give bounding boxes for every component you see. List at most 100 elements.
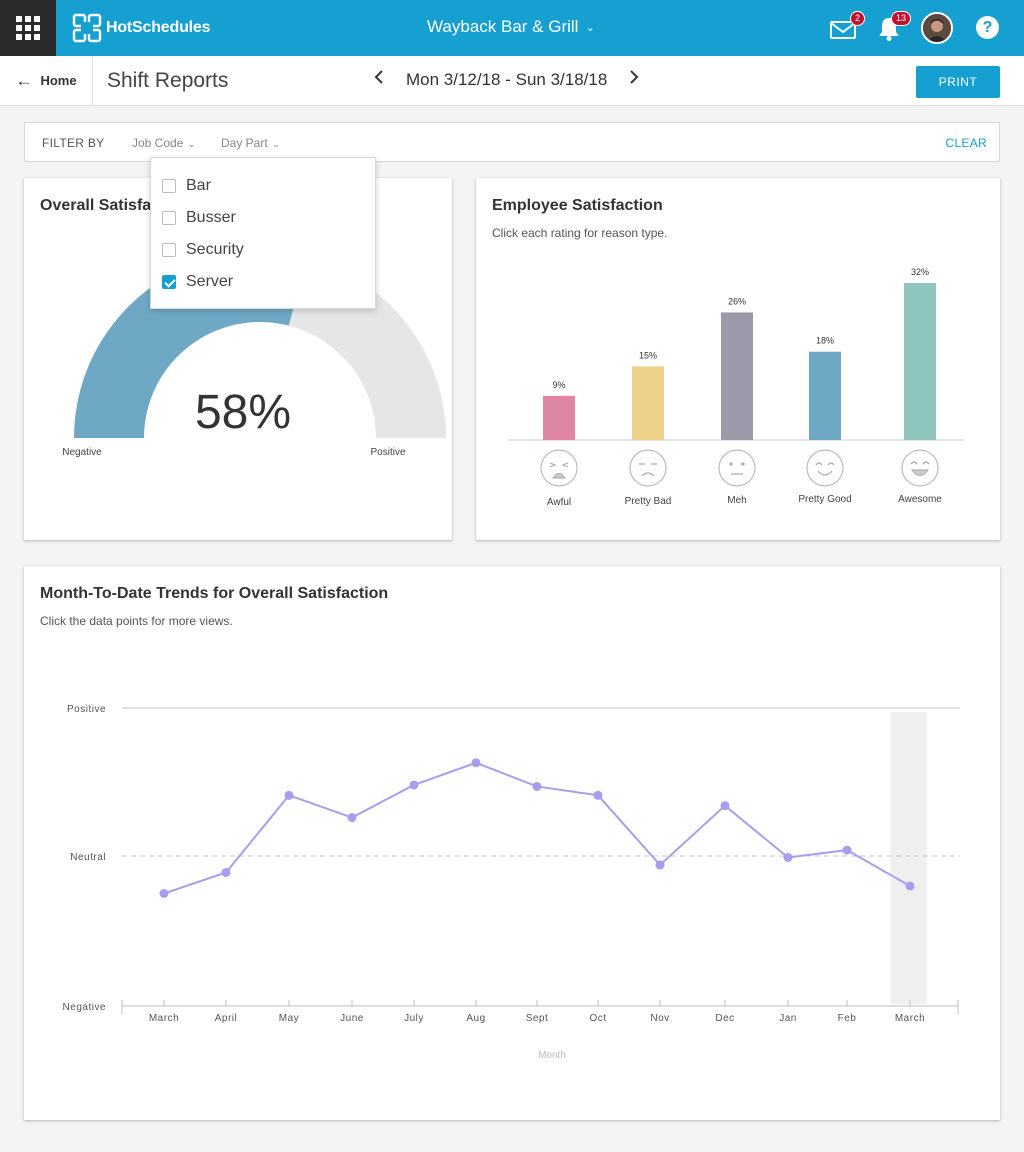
- trend-data-point[interactable]: [842, 845, 852, 855]
- trend-data-point[interactable]: [221, 868, 231, 877]
- awesome-face-icon[interactable]: [901, 449, 939, 487]
- chevron-down-icon: ⌄: [269, 139, 280, 149]
- x-tick-label: Jan: [779, 1013, 797, 1024]
- app-grid-icon[interactable]: [0, 0, 56, 56]
- bar-awesome[interactable]: [904, 283, 936, 440]
- next-week-button[interactable]: [623, 69, 645, 90]
- awful-face-icon[interactable]: [540, 449, 578, 487]
- trends-chart: Positive Neutral Negative March April May June…: [63, 704, 960, 1061]
- job-code-option-server[interactable]: Server: [162, 271, 233, 293]
- filter-by-label: FILTER BY: [42, 136, 105, 150]
- rating-label: Awful: [547, 497, 571, 508]
- bar-value-label: 32%: [911, 267, 929, 277]
- gauge-positive-label: Positive: [370, 447, 405, 458]
- app-grid-dot: [16, 16, 22, 22]
- app-grid-dot: [34, 25, 40, 31]
- x-tick-label: Dec: [715, 1013, 734, 1024]
- print-button[interactable]: PRINT: [916, 66, 1000, 98]
- y-tick-label: Neutral: [70, 852, 106, 863]
- y-tick-label: Positive: [67, 704, 106, 715]
- hotschedules-logo-icon: [72, 13, 102, 43]
- page-title: Shift Reports: [107, 69, 229, 92]
- day-part-filter[interactable]: Day Part ⌄: [221, 136, 280, 150]
- checkbox[interactable]: [162, 243, 176, 257]
- chevron-down-icon: ⌄: [185, 139, 196, 149]
- trend-data-point[interactable]: [159, 889, 169, 898]
- x-tick-label: May: [279, 1013, 299, 1024]
- trend-data-point[interactable]: [347, 813, 357, 823]
- job-code-option-busser[interactable]: Busser: [162, 207, 236, 229]
- meh-face-icon[interactable]: [718, 449, 756, 487]
- day-part-label: Day Part: [221, 136, 268, 150]
- job-code-option-bar[interactable]: Bar: [162, 175, 211, 197]
- rating-label: Pretty Good: [798, 494, 851, 505]
- user-avatar[interactable]: [921, 12, 953, 44]
- app-grid-dot: [34, 16, 40, 22]
- x-axis-title: Month: [538, 1050, 566, 1061]
- app-grid-dot: [34, 34, 40, 40]
- trend-data-point[interactable]: [471, 758, 481, 768]
- brand-name: HotSchedules: [106, 19, 211, 36]
- employee-satisfaction-chart: 9% Awful 15% Pretty Bad 26% Meh 18% Pretty Good…: [508, 267, 964, 508]
- trend-data-point[interactable]: [284, 790, 294, 800]
- job-code-option-security[interactable]: Security: [162, 239, 244, 261]
- job-code-label: Job Code: [132, 136, 184, 150]
- x-tick-label: Aug: [466, 1013, 485, 1024]
- venue-selector[interactable]: Wayback Bar & Grill ⌄: [427, 17, 595, 37]
- gauge-negative-label: Negative: [62, 447, 102, 458]
- current-month-highlight: [891, 712, 927, 1004]
- bar-pretty-good[interactable]: [809, 351, 841, 440]
- bar-awful[interactable]: [543, 395, 575, 440]
- chevron-down-icon: ⌄: [585, 21, 595, 34]
- x-tick-label: July: [404, 1013, 424, 1024]
- x-tick-label: March: [895, 1013, 925, 1024]
- home-label: Home: [40, 73, 77, 88]
- app-grid-dot: [25, 34, 31, 40]
- venue-name: Wayback Bar & Grill: [427, 17, 579, 36]
- chevron-right-icon: [630, 70, 639, 84]
- option-label: Security: [186, 241, 244, 258]
- trend-data-point[interactable]: [905, 881, 915, 891]
- job-code-filter[interactable]: Job Code ⌄: [132, 136, 195, 150]
- clear-filters-button[interactable]: CLEAR: [945, 136, 987, 150]
- chevron-left-icon: [374, 70, 383, 84]
- checkbox[interactable]: [162, 211, 176, 225]
- x-tick-label: March: [149, 1013, 179, 1024]
- help-button[interactable]: ?: [976, 16, 999, 39]
- x-tick-label: June: [340, 1013, 364, 1024]
- rating-label: Pretty Bad: [625, 496, 672, 507]
- trend-data-point[interactable]: [532, 781, 542, 791]
- trend-data-point[interactable]: [783, 853, 793, 862]
- notifications-button[interactable]: 13: [876, 11, 912, 42]
- trend-data-point[interactable]: [655, 860, 665, 870]
- job-code-dropdown: Bar Busser Security Server: [150, 157, 376, 309]
- user-photo-icon: [923, 14, 951, 42]
- pretty-good-face-icon[interactable]: [806, 449, 844, 487]
- bar-meh[interactable]: [721, 312, 753, 440]
- top-bar: HotSchedules Wayback Bar & Grill ⌄ 2 13 …: [0, 0, 1024, 56]
- mail-count-badge: 2: [850, 11, 866, 26]
- x-tick-label: Sept: [526, 1013, 549, 1024]
- notification-count-badge: 13: [891, 11, 912, 26]
- checkbox[interactable]: [162, 275, 176, 289]
- bar-pretty-bad[interactable]: [632, 366, 664, 440]
- gauge-value: 58%: [195, 386, 291, 439]
- trend-data-point[interactable]: [409, 780, 419, 790]
- brand-logo[interactable]: HotSchedules: [72, 13, 210, 43]
- y-tick-label: Negative: [63, 1002, 106, 1013]
- trend-data-point[interactable]: [720, 801, 730, 811]
- trend-data-point[interactable]: [593, 790, 603, 800]
- messages-button[interactable]: 2: [830, 11, 866, 42]
- app-grid-dot: [16, 34, 22, 40]
- app-grid-dot: [25, 25, 31, 31]
- previous-week-button[interactable]: [368, 69, 390, 90]
- bar-value-label: 9%: [552, 380, 565, 390]
- app-grid-dot: [25, 16, 31, 22]
- home-button[interactable]: ← Home: [0, 56, 93, 105]
- pretty-bad-face-icon[interactable]: [629, 449, 667, 487]
- bar-value-label: 15%: [639, 350, 657, 360]
- date-range: Mon 3/12/18 - Sun 3/18/18: [406, 69, 608, 89]
- option-label: Busser: [186, 209, 236, 226]
- rating-label: Awesome: [898, 494, 942, 505]
- checkbox[interactable]: [162, 179, 176, 193]
